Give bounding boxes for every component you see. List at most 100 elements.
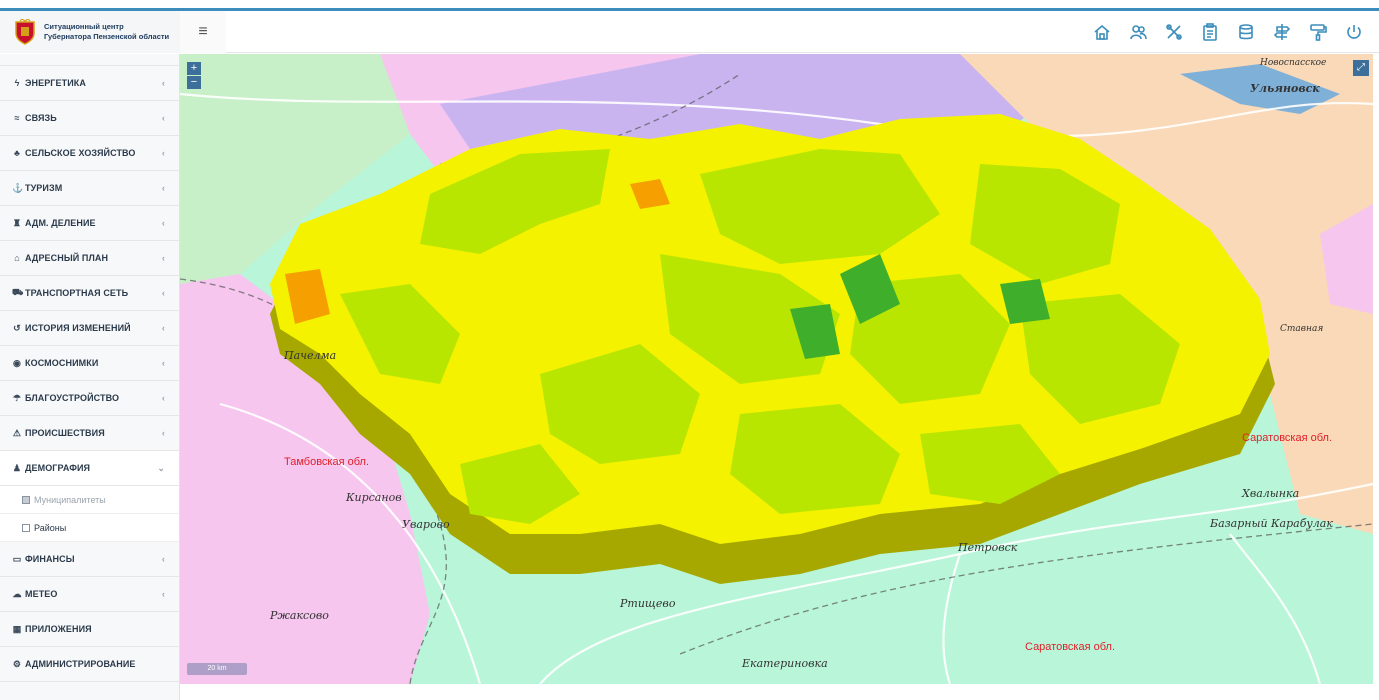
sidebar-item[interactable]: ♟ ДЕМОГРАФИЯ ⌄ [0, 451, 179, 486]
chevron-icon: ‹ [161, 589, 165, 599]
sidebar-item[interactable]: ⚓ ТУРИЗМ ‹ [0, 171, 179, 206]
brand-title-line1: Ситуационный центр [44, 22, 124, 31]
database-icon[interactable] [1235, 21, 1257, 43]
sidebar-item[interactable]: ≈ СВЯЗЬ ‹ [0, 101, 179, 136]
sidebar-item[interactable]: ☂ БЛАГОУСТРОЙСТВО ‹ [0, 381, 179, 416]
sidebar-subitem[interactable]: Районы [0, 514, 179, 542]
brand-title-line2: Губернатора Пензенской области [44, 32, 170, 41]
map-label-khvalynka: Хвалынка [1242, 487, 1300, 500]
map-canvas[interactable] [180, 54, 1373, 684]
sidebar-item-label: БЛАГОУСТРОЙСТВО [25, 393, 120, 403]
sidebar-item-label: АДРЕСНЫЙ ПЛАН [25, 253, 109, 263]
paint-roller-icon[interactable] [1307, 21, 1329, 43]
map-label-saratov: Саратовская обл. [1025, 641, 1116, 653]
toolbar [1091, 11, 1365, 53]
signpost-icon[interactable] [1271, 21, 1293, 43]
sidebar-item[interactable]: ◉ КОСМОСНИМКИ ‹ [0, 346, 179, 381]
sidebar-item-label: СВЯЗЬ [25, 113, 57, 123]
sidebar-item-label: ДЕМОГРАФИЯ [25, 463, 91, 473]
menu-toggle-button[interactable]: ≡ [180, 11, 226, 53]
sidebar-item-label: ИСТОРИЯ ИЗМЕНЕНИЙ [25, 323, 131, 333]
sidebar-item[interactable]: ⚠ ПРОИСШЕСТВИЯ ‹ [0, 416, 179, 451]
sidebar-item-icon: ☂ [12, 392, 22, 403]
sidebar-item-icon: ↺ [13, 322, 21, 333]
zoom-in-button[interactable]: + [187, 62, 201, 75]
sidebar-item[interactable]: ♣ СЕЛЬСКОЕ ХОЗЯЙСТВО ‹ [0, 136, 179, 171]
sidebar-item-icon: ▭ [12, 553, 22, 564]
sidebar-item-icon: ◉ [13, 357, 21, 368]
sidebar-item[interactable]: ▦ ПРИЛОЖЕНИЯ [0, 612, 179, 647]
map-label-stavnaya: Ставная [1280, 324, 1324, 334]
map-label-bazarny-karabulak: Базарный Карабулак [1210, 517, 1333, 530]
scale-bar: 20 km [187, 663, 247, 675]
sidebar-item-label: МЕТЕО [25, 589, 58, 599]
sidebar-item-icon: ≈ [14, 113, 20, 123]
map-label-ulyanovsk: Ульяновск [1250, 82, 1320, 95]
sidebar-item-icon: ⚙ [12, 658, 22, 669]
map-label-novospasskoe: Новоспасское [1260, 58, 1327, 68]
power-icon[interactable] [1343, 21, 1365, 43]
chevron-icon: ‹ [161, 183, 165, 193]
clipboard-icon[interactable] [1199, 21, 1221, 43]
map-label-ekaterinovka: Екатериновка [742, 657, 828, 670]
chevron-icon: ‹ [161, 288, 165, 298]
tools-icon[interactable] [1163, 21, 1185, 43]
chevron-icon: ‹ [161, 358, 165, 368]
checkbox-icon[interactable] [22, 495, 30, 504]
chevron-icon: ‹ [161, 554, 165, 564]
sidebar-item[interactable]: ⚙ АДМИНИСТРИРОВАНИЕ [0, 647, 179, 682]
sidebar-item-icon: ▦ [12, 623, 22, 634]
chevron-icon: ‹ [161, 148, 165, 158]
sidebar-item-icon: ♟ [12, 462, 22, 473]
checkbox-icon[interactable] [22, 523, 30, 532]
chevron-icon: ‹ [161, 428, 165, 438]
map-label-rzhaksa: Ржаксово [270, 609, 329, 622]
zoom-control: + − [187, 62, 201, 90]
sidebar-item-icon: ♣ [13, 148, 20, 158]
home-icon[interactable] [1091, 21, 1113, 43]
header: Ситуационный центр Губернатора Пензенско… [0, 11, 1379, 53]
sidebar-item-icon: ⌂ [14, 253, 20, 263]
sidebar-item-label: ПРИЛОЖЕНИЯ [25, 624, 92, 634]
coat-of-arms-icon [15, 19, 35, 45]
sidebar-item-label: АДМИНИСТРИРОВАНИЕ [25, 659, 136, 669]
sidebar-item[interactable]: ⛟ ТРАНСПОРТНАЯ СЕТЬ ‹ [0, 276, 179, 311]
map-label-tambov: Тамбовская обл. [284, 456, 370, 468]
fullscreen-button[interactable]: ⤢ [1353, 60, 1369, 76]
sidebar-item-label: КОСМОСНИМКИ [25, 358, 99, 368]
sidebar-item-label: ТУРИЗМ [25, 183, 63, 193]
sidebar-item[interactable]: ☁ МЕТЕО ‹ [0, 577, 179, 612]
sidebar-item[interactable]: ⌂ АДРЕСНЫЙ ПЛАН ‹ [0, 241, 179, 276]
sidebar-item-icon: ⛟ [12, 287, 24, 297]
chevron-icon: ‹ [161, 323, 165, 333]
zoom-out-button[interactable]: − [187, 76, 201, 89]
sidebar-subitem[interactable]: Муниципалитеты [0, 486, 179, 514]
sidebar-item-icon: ϟ [14, 78, 20, 88]
sidebar-item-label: АДМ. ДЕЛЕНИЕ [25, 218, 96, 228]
users-icon[interactable] [1127, 21, 1149, 43]
app-frame: Ситуационный центр Губернатора Пензенско… [0, 0, 1379, 700]
sidebar-item[interactable]: ↺ ИСТОРИЯ ИЗМЕНЕНИЙ ‹ [0, 311, 179, 346]
sidebar: ϟ ЭНЕРГЕТИКА ‹ ≈ СВЯЗЬ ‹ ♣ СЕЛЬСКОЕ ХОЗЯЙСТВО ‹ ⚓… [0, 54, 180, 700]
map-label-rtishchevo: Ртищево [620, 597, 676, 610]
map-view[interactable]: Тамбовская обл. Саратовская обл. Саратов… [180, 54, 1373, 684]
map-label-petrovsk: Петровск [958, 541, 1018, 554]
sidebar-subitem-label: Муниципалитеты [34, 494, 106, 505]
chevron-icon: ‹ [161, 393, 165, 403]
sidebar-item-label: СЕЛЬСКОЕ ХОЗЯЙСТВО [25, 148, 136, 158]
sidebar-item[interactable]: ▭ ФИНАНСЫ ‹ [0, 542, 179, 577]
sidebar-item-icon: ♜ [12, 217, 22, 228]
sidebar-item[interactable]: ϟ ЭНЕРГЕТИКА ‹ [0, 66, 179, 101]
chevron-icon: ‹ [161, 78, 165, 88]
sidebar-item[interactable]: ♜ АДМ. ДЕЛЕНИЕ ‹ [0, 206, 179, 241]
sidebar-subitem-label: Районы [34, 522, 67, 533]
map-label-uvarovo: Уварово [402, 518, 450, 531]
sidebar-item-label: ПРОИСШЕСТВИЯ [25, 428, 105, 438]
chevron-icon: ‹ [161, 218, 165, 228]
sidebar-item-label: ЭНЕРГЕТИКА [25, 78, 86, 88]
chevron-icon: ⌄ [157, 462, 165, 473]
map-label-pachelma: Пачелма [284, 349, 337, 362]
sidebar-item-label: ТРАНСПОРТНАЯ СЕТЬ [25, 288, 129, 298]
sidebar-item-label: ФИНАНСЫ [25, 554, 75, 564]
brand[interactable]: Ситуационный центр Губернатора Пензенско… [0, 11, 180, 53]
